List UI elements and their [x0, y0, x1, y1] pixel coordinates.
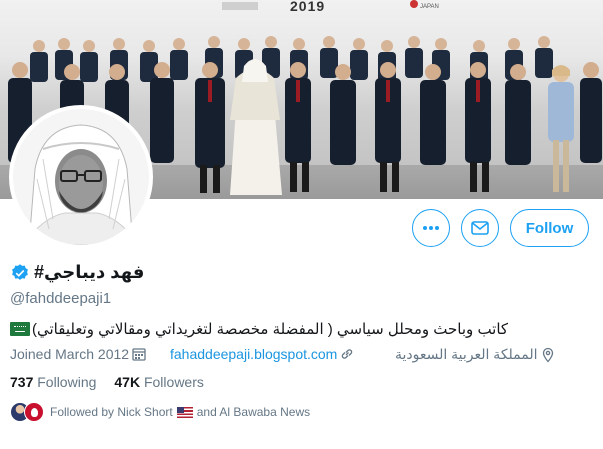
profile-name-row: فهد ديباجي#	[10, 262, 144, 283]
follow-button[interactable]: Follow	[510, 209, 589, 247]
following-label[interactable]: Following	[37, 374, 96, 390]
message-button[interactable]	[461, 209, 499, 247]
avatar	[24, 402, 44, 422]
link-icon	[342, 349, 353, 359]
display-name: فهد ديباجي#	[34, 262, 145, 282]
verified-badge-icon	[12, 263, 28, 280]
more-options-button[interactable]	[412, 209, 450, 247]
followed-by-suffix: and Al Bawaba News	[196, 405, 311, 419]
followed-by-prefix: Followed by Nick Short	[50, 405, 173, 419]
calendar-icon	[132, 348, 146, 361]
followers-label[interactable]: Followers	[144, 374, 204, 390]
location-text: المملكة العربية السعودية	[395, 346, 538, 362]
followers-count[interactable]: 47K	[114, 374, 140, 390]
location: المملكة العربية السعودية	[395, 346, 556, 363]
profile-bio: كاتب وباحث ومحلل سياسي ( المفضلة مخصصة ل…	[10, 318, 595, 340]
followers-link[interactable]: 47K Followers	[114, 374, 203, 390]
following-link[interactable]: 737 Following	[10, 374, 96, 390]
joined-date: Joined March 2012	[10, 346, 147, 362]
followed-by-avatars	[10, 402, 44, 422]
location-pin-icon	[542, 347, 553, 362]
website-link[interactable]: fahaddeepaji.blogspot.com	[170, 346, 355, 362]
profile-avatar[interactable]	[9, 105, 153, 249]
more-horizontal-icon	[423, 226, 439, 230]
profile-meta: Joined March 2012 fahaddeepaji.blogspot.…	[10, 346, 595, 366]
bio-text: كاتب وباحث ومحلل سياسي ( المفضلة مخصصة ل…	[32, 321, 509, 338]
following-count[interactable]: 737	[10, 374, 33, 390]
profile-stats: 737 Following 47K Followers	[10, 374, 204, 390]
followed-by[interactable]: Followed by Nick Short and Al Bawaba New…	[10, 401, 310, 423]
envelope-icon	[471, 221, 489, 235]
us-flag-icon	[176, 406, 193, 418]
joined-text: Joined March 2012	[10, 346, 130, 362]
saudi-flag-icon	[10, 322, 30, 336]
profile-handle: @fahddeepaji1	[10, 290, 112, 307]
avatar-portrait	[13, 109, 149, 245]
website-text[interactable]: fahaddeepaji.blogspot.com	[170, 346, 337, 362]
